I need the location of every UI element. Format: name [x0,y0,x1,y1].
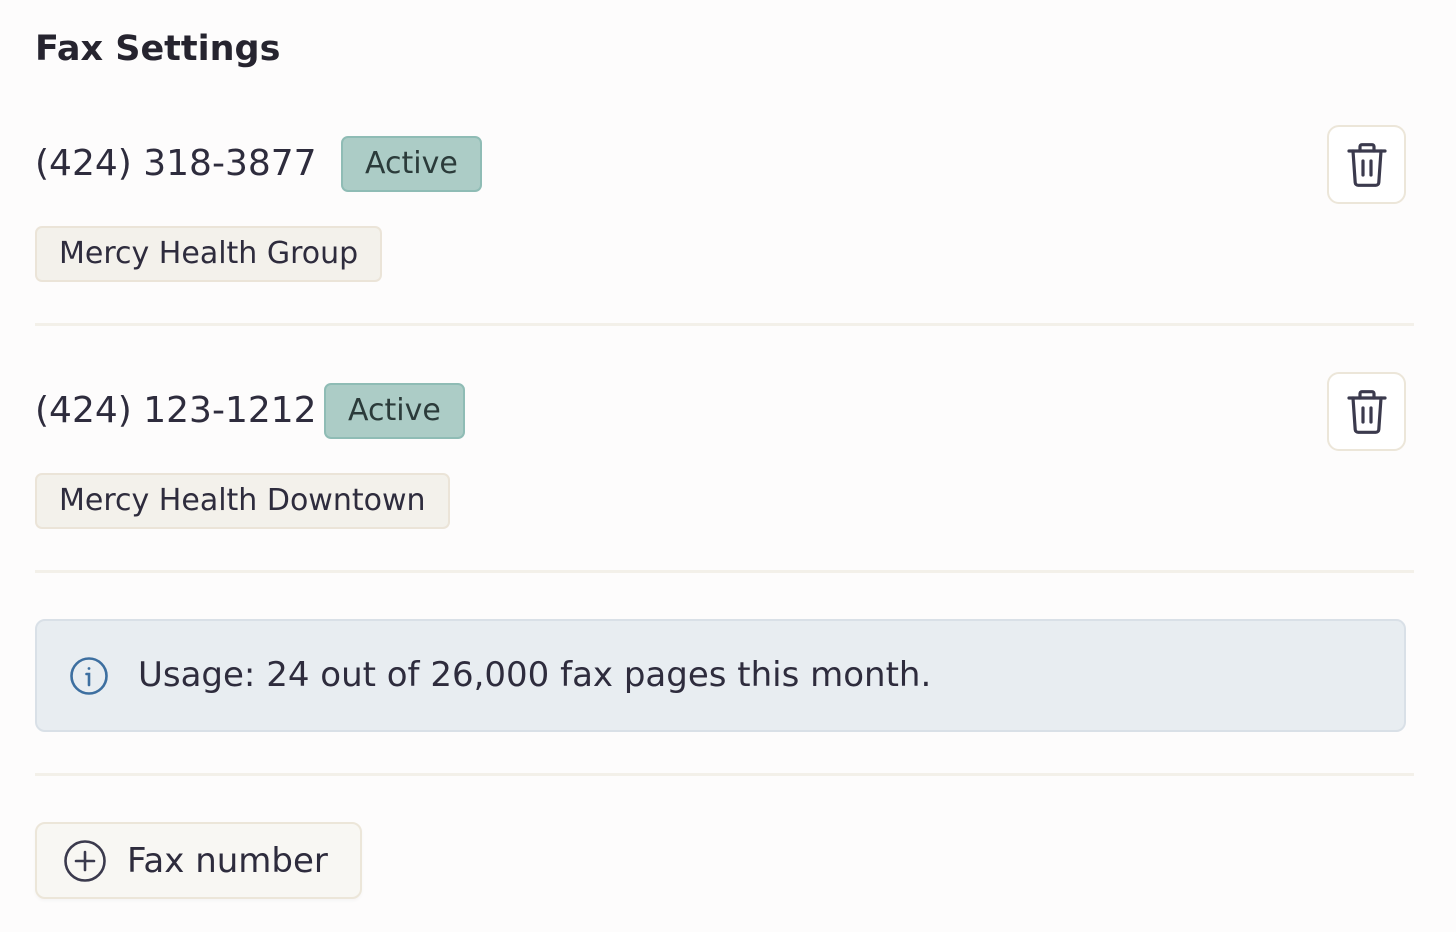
fax-entry: (424) 123-1212 Active Mercy Health Downt… [35,372,1414,529]
divider [35,773,1414,776]
organization-tag: Mercy Health Downtown [35,473,450,529]
fax-settings-page: Fax Settings (424) 318-3877 Active Mercy… [0,0,1456,932]
divider [35,570,1414,573]
fax-row: (424) 318-3877 Active [35,125,1414,204]
trash-icon [1346,389,1387,434]
usage-info-box: Usage: 24 out of 26,000 fax pages this m… [35,619,1406,732]
usage-text: Usage: 24 out of 26,000 fax pages this m… [138,655,932,695]
status-badge: Active [324,383,465,439]
organization-tag: Mercy Health Group [35,226,383,282]
add-fax-number-label: Fax number [127,840,328,881]
plus-circle-icon [64,839,106,882]
info-icon [70,657,108,695]
divider [35,323,1414,326]
fax-number: (424) 123-1212 [35,390,317,431]
page-title: Fax Settings [35,29,281,69]
fax-number: (424) 318-3877 [35,143,317,184]
status-badge: Active [341,136,482,192]
fax-row: (424) 123-1212 Active [35,372,1414,451]
fax-entry: (424) 318-3877 Active Mercy Health Group [35,125,1414,282]
delete-button[interactable] [1327,372,1406,451]
trash-icon [1346,142,1387,187]
delete-button[interactable] [1327,125,1406,204]
add-fax-number-button[interactable]: Fax number [35,822,362,899]
